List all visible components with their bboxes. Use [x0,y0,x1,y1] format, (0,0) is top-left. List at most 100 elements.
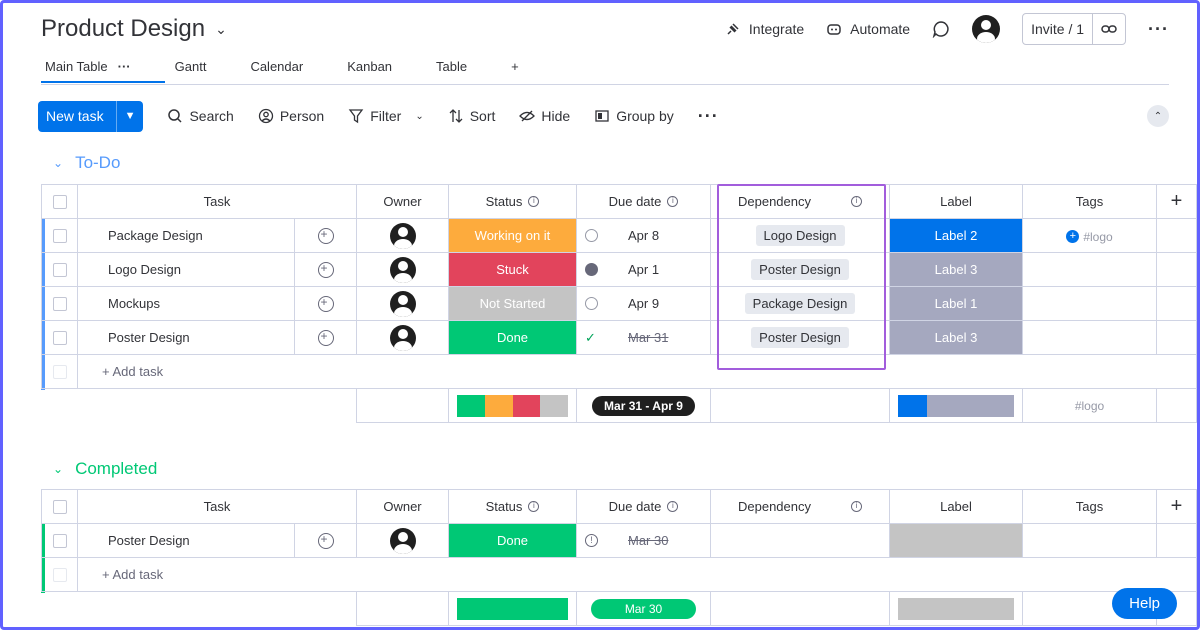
group-title-completed[interactable]: ⌄ Completed [53,459,157,479]
column-header-tags[interactable]: Tags [1022,184,1157,219]
label-cell[interactable] [889,523,1023,558]
info-icon[interactable]: i [851,196,862,207]
column-header-owner[interactable]: Owner [356,184,449,219]
status-summary[interactable] [448,591,577,626]
tab-more-icon[interactable]: ··· [118,59,131,74]
task-name[interactable]: Package Design [77,218,295,253]
status-cell[interactable]: Stuck [448,252,577,287]
info-icon[interactable]: i [851,501,862,512]
tab-table[interactable]: Table [432,57,471,82]
info-icon[interactable]: i [667,196,679,207]
add-column-button[interactable]: + [1156,184,1197,219]
help-button[interactable]: Help [1112,588,1177,619]
tags-cell[interactable] [1022,286,1157,321]
add-task-row[interactable]: + Add task [41,557,1197,592]
add-column-button[interactable]: + [1156,489,1197,524]
add-task-input[interactable]: + Add task [77,557,1197,592]
tags-cell[interactable] [1022,320,1157,355]
dependency-cell[interactable]: Poster Design [710,252,890,287]
automate-button[interactable]: Automate [826,21,910,37]
dependency-cell[interactable]: Logo Design [710,218,890,253]
tab-kanban[interactable]: Kanban [343,57,396,82]
select-all-checkbox[interactable] [41,184,78,219]
row-checkbox[interactable] [41,320,78,355]
hide-button[interactable]: Hide [519,108,570,124]
group-by-button[interactable]: Group by [594,108,674,124]
dependency-chip[interactable]: Poster Design [751,259,849,280]
owner-cell[interactable] [356,252,449,287]
label-cell[interactable]: Label 3 [889,320,1023,355]
label-cell[interactable]: Label 1 [889,286,1023,321]
column-header-status[interactable]: Status i [448,184,577,219]
info-icon[interactable]: i [667,501,679,512]
task-name[interactable]: Poster Design [77,523,295,558]
task-name[interactable]: Mockups [77,286,295,321]
due-date-cell[interactable]: Apr 9 [576,286,711,321]
column-header-owner[interactable]: Owner [356,489,449,524]
column-header-tags[interactable]: Tags [1022,489,1157,524]
tags-cell[interactable] [1022,252,1157,287]
add-update-icon[interactable] [294,218,357,253]
due-date-cell[interactable]: Apr 8 [576,218,711,253]
tab-calendar[interactable]: Calendar [246,57,307,82]
column-header-label[interactable]: Label [889,489,1023,524]
column-header-task[interactable]: Task [77,489,357,524]
dependency-cell[interactable]: Package Design [710,286,890,321]
tags-cell[interactable] [1022,523,1157,558]
table-row[interactable]: Logo Design Stuck Apr 1 Poster Design La… [41,252,1197,287]
status-cell[interactable]: Not Started [448,286,577,321]
task-name[interactable]: Poster Design [77,320,295,355]
dependency-cell[interactable]: Poster Design [710,320,890,355]
user-avatar[interactable] [972,15,1001,43]
column-header-dependency[interactable]: Dependency i [710,489,890,524]
date-summary[interactable]: Mar 30 [576,591,711,626]
column-header-due-date[interactable]: Due date i [576,489,711,524]
row-checkbox[interactable] [41,523,78,558]
column-header-due-date[interactable]: Due date i [576,184,711,219]
person-button[interactable]: Person [258,108,324,124]
column-header-dependency[interactable]: Dependency i [710,184,890,219]
invite-button[interactable]: Invite / 1 [1022,13,1127,45]
task-name[interactable]: Logo Design [77,252,295,287]
add-task-row[interactable]: + Add task [41,354,1197,389]
due-date-cell[interactable]: Apr 1 [576,252,711,287]
due-date-cell[interactable]: ✓ Mar 31 [576,320,711,355]
chevron-down-icon[interactable]: ▼ [115,100,144,132]
filter-button[interactable]: Filter ⌄ [348,108,424,124]
search-button[interactable]: Search [167,108,234,124]
row-checkbox[interactable] [41,252,78,287]
status-cell[interactable]: Done [448,523,577,558]
board-title[interactable]: Product Design ⌄ [41,15,227,43]
owner-cell[interactable] [356,218,449,253]
integrate-button[interactable]: Integrate [725,21,804,37]
dependency-cell[interactable] [710,523,890,558]
more-options-icon[interactable]: ··· [698,106,719,127]
add-update-icon[interactable] [294,320,357,355]
add-update-icon[interactable] [294,523,357,558]
chevron-down-icon[interactable]: ⌄ [53,156,63,170]
add-update-icon[interactable] [294,286,357,321]
table-row[interactable]: Package Design Working on it Apr 8 Logo … [41,218,1197,253]
info-icon[interactable]: i [528,501,540,512]
status-summary[interactable] [448,388,577,423]
new-task-button[interactable]: New task ▼ [38,100,144,132]
dependency-chip[interactable]: Package Design [744,293,856,314]
group-title-todo[interactable]: ⌄ To-Do [53,153,120,173]
more-options-icon[interactable]: ··· [1148,19,1169,40]
date-summary[interactable]: Mar 31 - Apr 9 [576,388,711,423]
row-checkbox[interactable] [41,218,78,253]
owner-cell[interactable] [356,523,449,558]
link-icon[interactable] [1092,14,1125,44]
owner-cell[interactable] [356,320,449,355]
column-header-label[interactable]: Label [889,184,1023,219]
dependency-chip[interactable]: Logo Design [755,225,845,246]
add-view-button[interactable]: + [507,57,523,82]
table-row[interactable]: Poster Design Done ! Mar 30 [41,523,1197,558]
add-task-input[interactable]: + Add task [77,354,1197,389]
owner-cell[interactable] [356,286,449,321]
tab-gantt[interactable]: Gantt [171,57,211,82]
chevron-down-icon[interactable]: ⌄ [215,21,227,38]
select-all-checkbox[interactable] [41,489,78,524]
row-checkbox[interactable] [41,286,78,321]
table-row[interactable]: Poster Design Done ✓ Mar 31 Poster Design… [41,320,1197,355]
